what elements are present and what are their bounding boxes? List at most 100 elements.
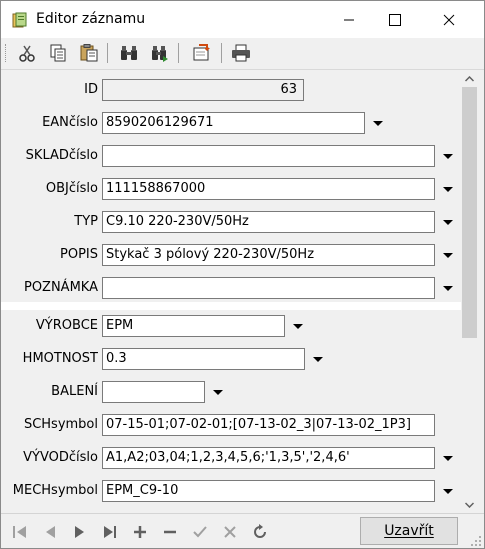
dropdown-vyrobce[interactable] [291,320,305,334]
cut-button[interactable] [16,42,38,64]
record-navigator: Uzavřít [1,513,484,548]
dropdown-typ[interactable] [441,216,455,230]
chevron-down-icon [373,121,383,126]
chevron-down-icon [443,253,453,258]
binoculars-icon [121,46,137,60]
dropdown-popis[interactable] [441,249,455,263]
add-record-button[interactable] [131,523,149,541]
close-icon [443,14,455,25]
toolbar-separator [178,43,179,63]
confirm-icon [193,526,207,538]
field-mechsymbol[interactable]: EPM_C9-10 [102,480,435,502]
app-icon [12,12,28,28]
editor-window: Editor záznamu ID 63 EANčíslo 8590206129… [0,0,485,549]
print-button[interactable] [230,42,252,64]
chevron-down-icon [213,390,223,395]
dropdown-obj[interactable] [441,183,455,197]
cancel-edit-icon [224,526,236,538]
delete-record-button[interactable] [161,523,179,541]
field-label-hmotnost: HMOTNOST [22,351,98,366]
chevron-down-icon [443,220,453,225]
window-title: Editor záznamu [36,11,146,27]
field-ean[interactable]: 8590206129671 [102,112,365,134]
dropdown-baleni[interactable] [211,386,225,400]
field-label-obj: OBJčíslo [45,181,98,196]
field-popis[interactable]: Stykač 3 pólový 220-230V/50Hz [102,244,435,266]
import-button[interactable] [190,42,212,64]
next-record-icon [75,526,84,538]
copy-icon [50,44,66,62]
maximize-button[interactable] [372,1,418,38]
vertical-scrollbar[interactable] [461,70,478,513]
find-button[interactable] [118,42,140,64]
find-next-icon [152,46,168,62]
field-hmotnost[interactable]: 0.3 [102,348,305,370]
paste-button[interactable] [78,42,100,64]
first-record-button[interactable] [11,523,29,541]
first-record-icon [13,526,26,538]
delete-record-icon [164,530,176,534]
find-next-button[interactable] [149,42,171,64]
field-baleni[interactable] [102,381,205,403]
dropdown-ean[interactable] [371,117,385,131]
field-label-id: ID [84,82,98,97]
scroll-down-button[interactable] [461,496,478,513]
print-icon [232,44,250,62]
field-poznamka[interactable] [102,277,435,299]
dropdown-poznamka[interactable] [441,282,455,296]
chevron-down-icon [443,489,453,494]
dropdown-hmotnost[interactable] [311,353,325,367]
minimize-button[interactable] [326,1,372,38]
field-typ[interactable]: C9.10 220-230V/50Hz [102,211,435,233]
resize-grip-icon[interactable] [470,535,482,547]
field-label-poznamka: POZNÁMKA [23,280,98,295]
field-label-vyvodcislo: VÝVODčíslo [23,450,98,465]
dropdown-vyvodcislo[interactable] [441,452,455,466]
add-record-icon [134,526,146,538]
chevron-down-icon [443,456,453,461]
next-record-button[interactable] [71,523,89,541]
prev-record-button[interactable] [41,523,59,541]
chevron-down-icon [443,154,453,159]
field-label-typ: TYP [74,214,98,229]
maximize-icon [389,13,401,26]
record-form: ID 63 EANčíslo 8590206129671 SKLADčíslo OBJčí… [1,70,461,513]
scroll-thumb[interactable] [462,87,477,338]
toolbar [1,38,484,70]
close-button[interactable]: Uzavřít [360,517,458,545]
field-label-ean: EANčíslo [42,115,98,130]
refresh-button[interactable] [251,523,269,541]
field-id: 63 [102,79,304,101]
field-schsymbol[interactable]: 07-15-01;07-02-01;[07-13-02_3|07-13-02_1… [102,414,435,436]
chevron-down-icon [293,324,303,329]
cancel-edit-button[interactable] [221,523,239,541]
field-label-mechsymbol: MECHsymbol [12,483,98,498]
field-sklad[interactable] [102,145,435,167]
field-obj[interactable]: 111158867000 [102,178,435,200]
paste-icon [80,44,98,62]
last-record-icon [104,526,116,538]
field-vyrobce[interactable]: EPM [102,315,285,337]
toolbar-separator [107,43,108,63]
field-label-popis: POPIS [60,247,98,262]
field-vyvodcislo[interactable]: A1,A2;03,04;1,2,3,4,5,6;'1,3,5','2,4,6' [102,447,435,469]
chevron-down-icon [443,286,453,291]
field-label-baleni: BALENÍ [51,384,98,399]
field-label-vyrobce: VÝROBCE [35,318,98,333]
close-button-label: Uzavřít [384,523,434,539]
dropdown-mechsymbol[interactable] [441,485,455,499]
toolbar-grip [5,44,9,62]
cut-icon [19,45,35,62]
field-label-sklad: SKLADčíslo [25,148,98,163]
confirm-button[interactable] [191,523,209,541]
toolbar-separator [221,43,222,63]
minimize-icon [344,19,354,20]
close-window-button[interactable] [426,1,472,38]
copy-button[interactable] [47,42,69,64]
chevron-down-icon [465,501,474,508]
dropdown-sklad[interactable] [441,150,455,164]
refresh-icon [254,524,266,538]
last-record-button[interactable] [101,523,119,541]
chevron-up-icon [465,75,474,82]
scroll-up-button[interactable] [461,70,478,87]
